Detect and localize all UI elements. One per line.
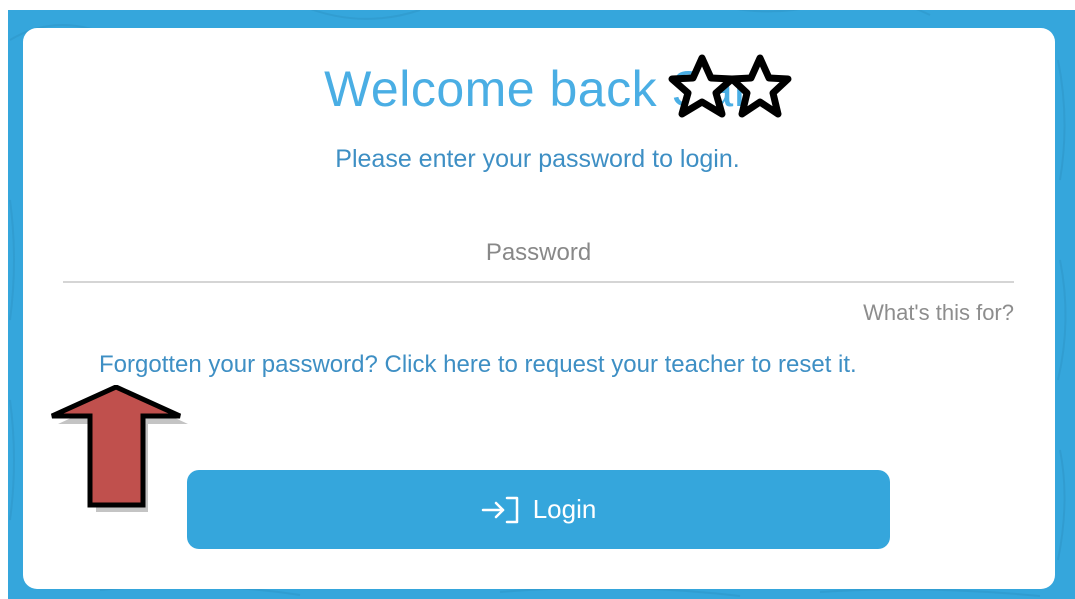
- title-text: Welcome back: [324, 61, 658, 117]
- login-icon: [481, 496, 518, 523]
- arrow-up-icon: [50, 385, 188, 512]
- forgot-password-link[interactable]: Forgotten your password? Click here to r…: [99, 351, 857, 379]
- subtitle: Please enter your password to login.: [335, 145, 740, 173]
- login-button[interactable]: Login: [187, 470, 890, 549]
- star-icon-overlay: [668, 54, 792, 118]
- whats-this-link[interactable]: What's this for?: [863, 300, 1014, 326]
- star-icon: [668, 54, 792, 118]
- top-edge: [0, 0, 1075, 10]
- password-field[interactable]: [63, 225, 1014, 283]
- page-title: Welcome back Sar: [0, 60, 1075, 118]
- login-button-label: Login: [532, 494, 597, 524]
